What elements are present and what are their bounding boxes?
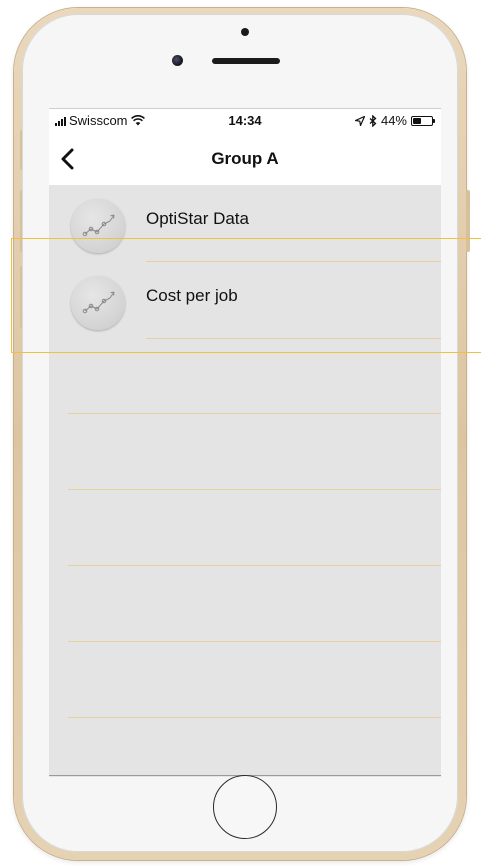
- battery-tip: [433, 118, 435, 123]
- location-arrow-icon: [354, 115, 365, 126]
- empty-row-separator: [68, 413, 441, 414]
- power-button: [466, 190, 470, 252]
- list-item-optistar-data[interactable]: OptiStar Data: [49, 185, 441, 262]
- proximity-sensor: [241, 28, 249, 36]
- trend-chart-icon: [71, 199, 125, 253]
- row-separator: [146, 338, 441, 339]
- empty-row-separator: [68, 641, 441, 642]
- battery-icon: [411, 115, 435, 126]
- empty-row-separator: [68, 489, 441, 490]
- page-title: Group A: [211, 149, 279, 168]
- battery-level-fill: [413, 117, 421, 124]
- bluetooth-icon: [369, 114, 377, 127]
- list-item-cost-per-job[interactable]: Cost per job: [49, 262, 441, 339]
- list-item-label: Cost per job: [146, 286, 238, 305]
- empty-row-separator: [68, 717, 441, 718]
- status-bar: Swisscom 14:34 44%: [49, 109, 441, 131]
- navigation-bar: Group A: [49, 131, 441, 185]
- app-screen: Swisscom 14:34 44% Group A OptiStar Data…: [49, 108, 441, 777]
- earpiece-speaker: [212, 58, 280, 64]
- home-button[interactable]: [213, 775, 277, 839]
- status-right: 44%: [354, 113, 435, 128]
- phone-mockup: Swisscom 14:34 44% Group A OptiStar Data…: [0, 0, 481, 866]
- empty-row-separator: [68, 565, 441, 566]
- trend-chart-icon: [71, 276, 125, 330]
- battery-percent: 44%: [380, 113, 407, 128]
- front-camera-icon: [172, 55, 183, 66]
- list-item-label: OptiStar Data: [146, 209, 249, 228]
